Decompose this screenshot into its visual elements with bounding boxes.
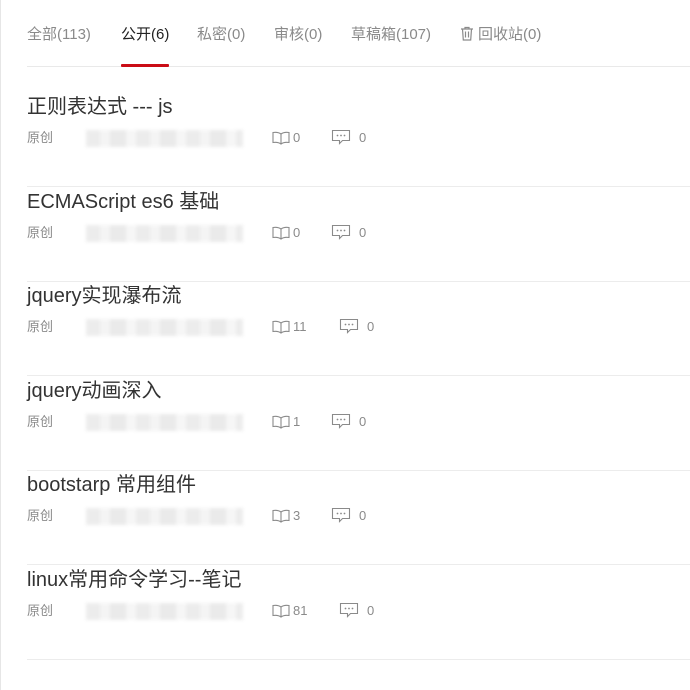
comment-count[interactable]: 0 <box>339 601 374 621</box>
book-icon <box>272 226 290 240</box>
article-type: 原创 <box>27 130 54 145</box>
read-count-value: 3 <box>293 508 301 523</box>
trash-icon <box>461 26 473 41</box>
tab-review[interactable]: 审核(0) <box>274 24 322 66</box>
article-type: 原创 <box>27 319 54 334</box>
read-count-value: 81 <box>293 603 308 618</box>
read-count-value: 11 <box>293 319 307 334</box>
article-item: jquery实现瀑布流 原创 11 0 <box>27 281 690 376</box>
book-icon <box>272 509 290 523</box>
article-item: 正则表达式 --- js 原创 0 0 <box>27 92 690 187</box>
article-item: linux常用命令学习--笔记 原创 81 0 <box>27 565 690 660</box>
article-type: 原创 <box>27 414 54 429</box>
read-count[interactable]: 11 <box>272 317 307 337</box>
article-date-blurred <box>86 603 243 620</box>
article-title[interactable]: linux常用命令学习--笔记 <box>27 565 241 595</box>
article-type: 原创 <box>27 508 54 523</box>
read-count[interactable]: 0 <box>272 223 300 243</box>
comment-count-value: 0 <box>367 319 375 334</box>
comment-count[interactable]: 0 <box>331 128 366 148</box>
comment-count[interactable]: 0 <box>331 412 366 432</box>
left-border <box>0 0 1 690</box>
article-date-blurred <box>86 414 243 431</box>
comment-icon <box>331 224 351 240</box>
article-item: jquery动画深入 原创 1 0 <box>27 376 690 471</box>
read-count[interactable]: 0 <box>272 128 300 148</box>
read-count-value: 1 <box>293 414 301 429</box>
article-title[interactable]: ECMAScript es6 基础 <box>27 187 219 217</box>
comment-count-value: 0 <box>359 414 367 429</box>
tab-recycle-bin[interactable]: 回收站(0) <box>460 24 541 66</box>
article-date-blurred <box>86 508 243 525</box>
article-tabs: 全部(113) 公开(6) 私密(0) 审核(0) 草稿箱(107) 回收站(0… <box>27 0 690 67</box>
tab-all[interactable]: 全部(113) <box>27 24 91 66</box>
article-type: 原创 <box>27 603 54 618</box>
comment-count-value: 0 <box>359 225 367 240</box>
comment-icon <box>339 602 359 618</box>
read-count-value: 0 <box>293 130 301 145</box>
article-item: bootstarp 常用组件 原创 3 0 <box>27 470 690 565</box>
read-count-value: 0 <box>293 225 301 240</box>
tab-recycle-bin-label: 回收站(0) <box>478 26 542 43</box>
book-icon <box>272 604 290 618</box>
comment-count[interactable]: 0 <box>339 317 374 337</box>
article-item: ECMAScript es6 基础 原创 0 0 <box>27 187 690 282</box>
book-icon <box>272 131 290 145</box>
read-count[interactable]: 81 <box>272 601 307 621</box>
article-title[interactable]: jquery动画深入 <box>27 376 161 406</box>
article-date-blurred <box>86 319 243 336</box>
book-icon <box>272 320 290 334</box>
comment-count-value: 0 <box>359 130 367 145</box>
article-title[interactable]: bootstarp 常用组件 <box>27 470 196 500</box>
article-date-blurred <box>86 225 243 242</box>
comment-icon <box>339 318 359 334</box>
comment-count[interactable]: 0 <box>331 223 366 243</box>
article-title[interactable]: jquery实现瀑布流 <box>27 281 181 311</box>
article-date-blurred <box>86 130 243 147</box>
tab-public[interactable]: 公开(6) <box>121 24 170 67</box>
comment-icon <box>331 129 351 145</box>
book-icon <box>272 415 290 429</box>
read-count[interactable]: 3 <box>272 506 300 526</box>
comment-icon <box>331 413 351 429</box>
comment-count[interactable]: 0 <box>331 506 366 526</box>
read-count[interactable]: 1 <box>272 412 300 432</box>
article-type: 原创 <box>27 225 54 240</box>
tab-drafts[interactable]: 草稿箱(107) <box>351 24 431 66</box>
comment-icon <box>331 507 351 523</box>
article-title[interactable]: 正则表达式 --- js <box>27 92 173 122</box>
tab-private[interactable]: 私密(0) <box>197 24 245 66</box>
comment-count-value: 0 <box>367 603 375 618</box>
comment-count-value: 0 <box>359 508 367 523</box>
